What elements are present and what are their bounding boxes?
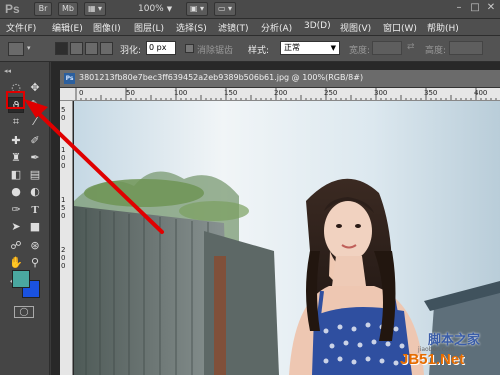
history-brush-tool-icon[interactable]: ✒ (27, 150, 43, 166)
gradient-tool-icon[interactable]: ▤ (27, 167, 43, 183)
bridge-button[interactable]: Br (34, 2, 52, 16)
quick-mask-icon[interactable]: ◯ (14, 306, 34, 318)
mini-bridge-button[interactable]: Mb (58, 2, 78, 16)
height-input[interactable] (449, 41, 483, 55)
new-selection-icon[interactable] (55, 42, 68, 55)
maximize-icon[interactable]: □ (468, 1, 482, 15)
ruler-tick-label: 5 (61, 106, 66, 114)
menu-image[interactable]: 图像(I) (93, 21, 121, 34)
brush-tool-icon[interactable]: ✐ (27, 133, 43, 149)
menu-help[interactable]: 帮助(H) (427, 21, 459, 34)
feather-input[interactable]: 0 px (146, 41, 176, 55)
antialias-checkbox[interactable] (185, 44, 194, 53)
foreground-color-swatch[interactable] (12, 270, 30, 288)
ruler-tick-label: 0 (61, 212, 66, 220)
minimize-icon[interactable]: – (452, 1, 466, 15)
dodge-tool-icon[interactable]: ◐ (27, 184, 43, 200)
antialias-label: 消除锯齿 (197, 46, 234, 56)
style-label: 样式: (248, 46, 270, 56)
style-value: 正常 (284, 43, 300, 52)
crop-tool-icon[interactable]: ⌗ (8, 114, 24, 130)
path-selection-tool-icon[interactable]: ➤ (8, 219, 24, 235)
ruler-tick-label: 0 (61, 254, 66, 262)
ruler-tick-label: 1 (61, 146, 66, 154)
feather-label: 羽化: (120, 46, 142, 56)
menu-layer[interactable]: 图层(L) (134, 21, 164, 34)
menu-3d[interactable]: 3D(D) (304, 21, 331, 31)
intersect-selection-icon[interactable] (100, 42, 113, 55)
ruler-tick-label: 0 (61, 114, 66, 122)
3d-rotate-tool-icon[interactable]: ☍ (8, 238, 24, 254)
view-extras-button[interactable]: ▦ ▾ (84, 2, 106, 16)
chevron-down-icon: ▼ (330, 44, 336, 52)
ruler-tick-label: 0 (61, 162, 66, 170)
document-tab[interactable]: Ps 3801213fb80e7bec3ff639452a2eb9389b506… (60, 70, 500, 88)
hand-tool-icon[interactable]: ✋ (8, 255, 24, 271)
collapse-icon[interactable]: ◂◂ (4, 67, 11, 75)
menu-filter[interactable]: 滤镜(T) (218, 21, 249, 34)
blur-tool-icon[interactable]: ● (8, 184, 24, 200)
rectangle-tool-icon[interactable]: ■ (27, 219, 43, 235)
menu-window[interactable]: 窗口(W) (383, 21, 417, 34)
options-bar: ▾ 羽化: 0 px 消除锯齿 样式: 正常 ▼ 宽度: ⇄ 高度: (0, 36, 500, 62)
add-selection-icon[interactable] (70, 42, 83, 55)
document-title: 3801213fb80e7bec3ff639452a2eb9389b506b61… (79, 73, 364, 82)
width-input[interactable] (372, 41, 402, 55)
zoom-level-combo[interactable]: 100% ▼ (138, 2, 178, 16)
eraser-tool-icon[interactable]: ◧ (8, 167, 24, 183)
eyedropper-tool-icon[interactable]: ⁄ (27, 114, 43, 130)
pen-tool-icon[interactable]: ✑ (8, 202, 24, 218)
menu-view[interactable]: 视图(V) (340, 21, 371, 34)
menu-analysis[interactable]: 分析(A) (261, 21, 292, 34)
chevron-down-icon: ▼ (166, 5, 173, 13)
subtract-selection-icon[interactable] (85, 42, 98, 55)
watermark-url: JB51.Net (400, 351, 465, 368)
style-select[interactable]: 正常 ▼ (280, 41, 340, 55)
ruler-ticks-top (75, 88, 497, 100)
chevron-down-icon: ▾ (27, 44, 31, 52)
ruler-tick-label: 0 (61, 262, 66, 270)
quick-selection-tool-icon[interactable]: ✎ (27, 97, 43, 113)
menu-select[interactable]: 选择(S) (176, 21, 207, 34)
ruler-tick-label: 5 (61, 204, 66, 212)
vertical-ruler: 5 0 1 0 0 1 5 0 2 0 0 (60, 101, 73, 375)
screen-mode-button[interactable]: ▭ ▾ (214, 2, 236, 16)
menu-edit[interactable]: 编辑(E) (52, 21, 83, 34)
ruler-tick-label: 2 (61, 246, 66, 254)
zoom-level-value: 100% (138, 4, 164, 14)
zoom-tool-icon[interactable]: ⚲ (27, 255, 43, 271)
height-label: 高度: (425, 46, 447, 56)
annotation-highlight-box (6, 91, 25, 109)
watermark: 脚本之家 jiaoben.com JB51.Net (400, 327, 498, 373)
horizontal-ruler: 0 50 100 150 200 250 300 350 400 (60, 88, 500, 101)
move-tool-icon[interactable]: ✥ (27, 80, 43, 96)
clone-stamp-tool-icon[interactable]: ♜ (8, 150, 24, 166)
arrange-documents-button[interactable]: ▣ ▾ (186, 2, 208, 16)
close-icon[interactable]: ✕ (484, 1, 498, 15)
ruler-tick-label: 0 (61, 154, 66, 162)
swap-icon[interactable]: ⇄ (407, 42, 415, 52)
photoshop-logo: Ps (5, 2, 20, 16)
menu-bar: 文件(F) 编辑(E) 图像(I) 图层(L) 选择(S) 滤镜(T) 分析(A… (0, 19, 500, 36)
tool-preset-picker[interactable] (8, 42, 24, 56)
ps-file-icon: Ps (64, 73, 75, 84)
ruler-tick-label: 1 (61, 196, 66, 204)
width-label: 宽度: (349, 46, 371, 56)
3d-orbit-tool-icon[interactable]: ⊛ (27, 238, 43, 254)
menu-file[interactable]: 文件(F) (6, 21, 36, 34)
type-tool-icon[interactable]: T (27, 202, 43, 218)
healing-brush-tool-icon[interactable]: ✚ (8, 133, 24, 149)
title-bar: Ps Br Mb ▦ ▾ 100% ▼ ▣ ▾ ▭ ▾ – □ ✕ (0, 0, 500, 19)
